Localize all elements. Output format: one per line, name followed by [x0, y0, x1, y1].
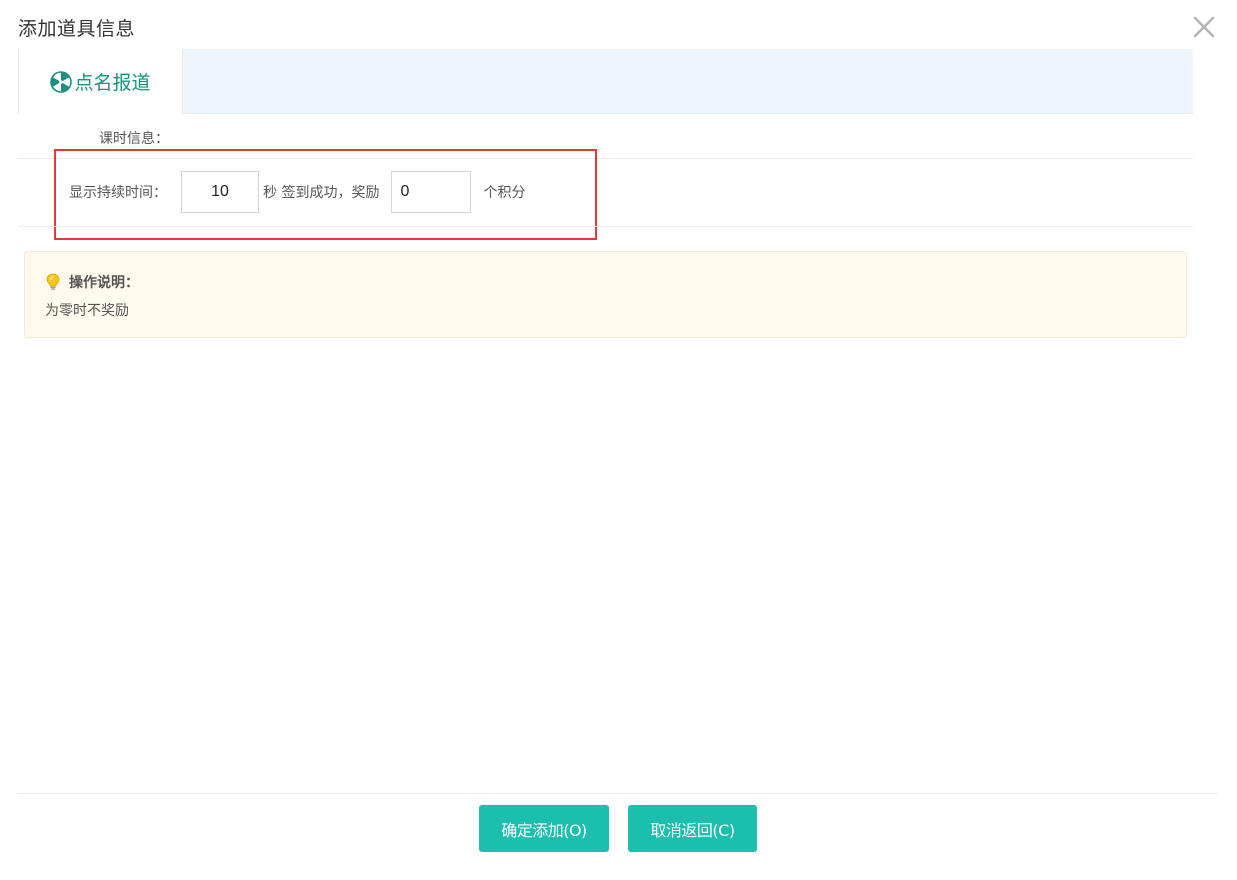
lightbulb-icon	[46, 273, 60, 290]
tab-roll-call[interactable]: 点名报道	[18, 49, 183, 114]
reward-points-input[interactable]	[391, 171, 472, 213]
cancel-return-button[interactable]: 取消返回(C)	[628, 805, 757, 852]
dialog-title: 添加道具信息	[18, 18, 136, 40]
instructions-title: 操作说明：	[69, 275, 139, 291]
instructions-header: 操作说明：	[45, 272, 139, 292]
tab-bar: 点名报道	[18, 49, 1193, 114]
instructions-box: 操作说明： 为零时不奖励	[24, 251, 1187, 338]
add-prop-dialog: 添加道具信息 点名报道 课时信息： 显示持续时间： 秒 签到成功，奖励 个积分	[0, 0, 1237, 880]
confirm-add-button[interactable]: 确定添加(O)	[479, 805, 609, 852]
duration-reward-row: 显示持续时间： 秒 签到成功，奖励 个积分	[69, 171, 537, 213]
duration-input[interactable]	[181, 171, 259, 213]
divider	[18, 226, 1193, 227]
duration-unit-text: 秒 签到成功，奖励	[263, 185, 380, 201]
tab-roll-call-label: 点名报道	[74, 72, 151, 94]
footer-divider	[18, 793, 1219, 794]
reward-unit-text: 个积分	[483, 185, 526, 201]
section-label: 课时信息：	[99, 131, 169, 147]
duration-label: 显示持续时间：	[69, 185, 167, 201]
instructions-text: 为零时不奖励	[45, 303, 129, 319]
pinwheel-icon	[50, 70, 73, 93]
close-icon[interactable]	[1191, 14, 1217, 40]
divider	[18, 158, 1193, 159]
